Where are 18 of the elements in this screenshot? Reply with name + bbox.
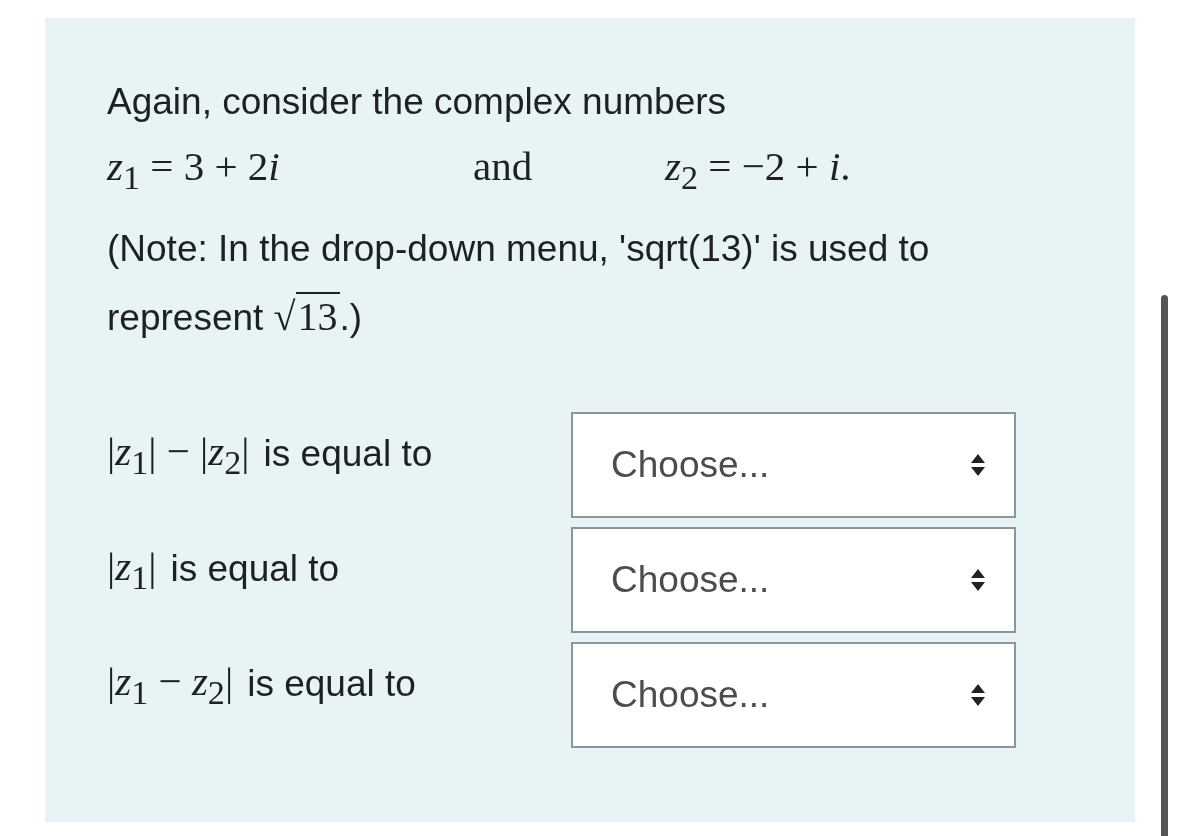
equation-z1: z$_{1}$ = 3 + 2i xyxy=(107,142,281,198)
up-down-caret-icon xyxy=(970,568,986,593)
up-down-caret-icon xyxy=(970,453,986,478)
answer-dropdown[interactable]: Choose... xyxy=(571,527,1016,634)
intro-text: Again, consider the complex numbers xyxy=(107,80,728,124)
math-expression: |z$_{1}$| − |z$_{2}$| xyxy=(107,426,250,482)
question-label: is equal to xyxy=(263,433,433,476)
equation-z2: z$_{2}$ = −2 + i. xyxy=(665,142,851,198)
scrollbar[interactable] xyxy=(1161,295,1168,836)
up-down-caret-icon xyxy=(970,683,986,708)
answer-dropdown[interactable]: Choose... xyxy=(571,642,1016,749)
question-label: is equal to xyxy=(170,548,340,591)
math-expression: |z$_{1}$ − z$_{2}$| xyxy=(107,656,234,712)
equation-connector: and xyxy=(473,142,534,190)
answer-dropdown[interactable]: Choose... xyxy=(571,412,1016,519)
math-expression: |z$_{1}$| xyxy=(107,541,157,597)
note-paragraph: (Note: In the drop-down menu, 'sqrt(13)' is used to represent √13.) xyxy=(107,227,931,342)
question-label: is equal to xyxy=(247,663,416,706)
